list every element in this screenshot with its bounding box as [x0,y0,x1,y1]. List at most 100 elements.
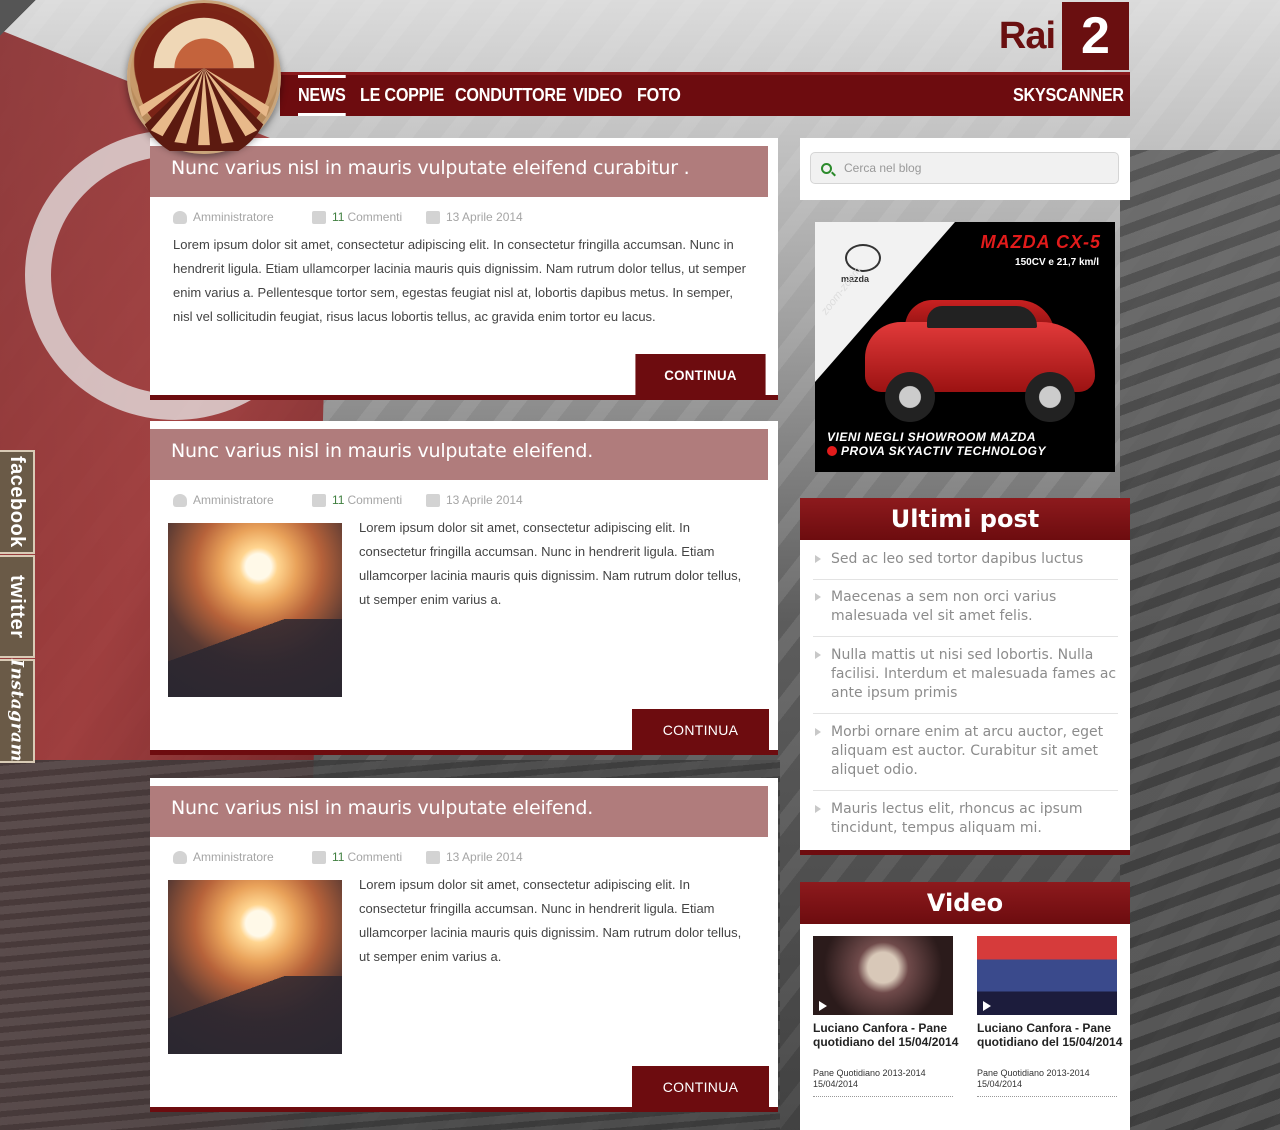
play-icon [819,1001,827,1011]
instagram-tab[interactable]: Instagram [0,659,35,763]
comment-icon [312,210,326,224]
video-date: 15/04/2014 [813,1079,859,1089]
background-pole [0,0,60,60]
divider [977,1096,1117,1097]
continue-button[interactable]: CONTINUA [632,709,769,751]
ad-line-1: VIENI NEGLI SHOWROOM MAZDA [827,430,1036,444]
blog-post: Nunc varius nisl in mauris vulputate ele… [150,138,778,400]
post-comments-count: 11 [332,210,345,224]
post-comments[interactable]: 11 Commenti [312,210,426,224]
blog-post: Nunc varius nisl in mauris vulputate ele… [150,778,778,1112]
latest-posts-widget: Ultimi post Sed ac leo sed tortor dapibu… [800,498,1130,855]
nav-item-skyscanner[interactable]: SKYSCANNER [1013,75,1124,116]
nav-item-foto[interactable]: FOTO [637,75,681,116]
post-date-text: 13 Aprile 2014 [446,493,523,507]
comment-icon [312,493,326,507]
post-comments-count: 11 [332,493,345,507]
video-title[interactable]: Luciano Canfora - Pane quotidiano del 15… [977,1021,1127,1049]
post-author[interactable]: Amministratore [173,493,312,507]
user-icon [173,210,187,224]
video-widget-title: Video [800,882,1130,924]
post-thumbnail[interactable] [168,523,342,697]
post-meta: Amministratore 11 Commenti 13 Aprile 2014 [173,849,523,865]
post-excerpt: Lorem ipsum dolor sit amet, consectetur … [359,520,742,607]
continue-button[interactable]: CONTINUA [632,1066,769,1108]
nav-item-news[interactable]: NEWS [298,75,346,116]
nav-item-le-coppie[interactable]: LE COPPIE [360,75,444,116]
calendar-icon [426,210,440,224]
continue-button[interactable]: CONTINUA [635,354,766,396]
channel-logo-word: Rai [998,14,1056,57]
comment-icon [312,850,326,864]
channel-logo-number: 2 [1065,5,1126,67]
post-thumbnail[interactable] [168,880,342,1054]
instagram-tab-label: Instagram [6,659,27,763]
post-author-name: Amministratore [193,493,274,507]
search-input[interactable]: Cerca nel blog [810,152,1119,184]
mazda-ad-banner[interactable]: mazda zoom-zoom MAZDA CX-5 150CV e 21,7 … [815,222,1115,472]
post-title[interactable]: Nunc varius nisl in mauris vulputate ele… [150,429,768,480]
latest-post-link[interactable]: Maecenas a sem non orci varius malesuada… [813,588,1118,637]
divider [813,1096,953,1097]
twitter-tab[interactable]: twitter [0,555,35,658]
ad-line-2: PROVA SKYACTIV TECHNOLOGY [841,444,1046,458]
show-logo[interactable] [127,0,281,154]
post-comments[interactable]: 11 Commenti [312,493,426,507]
ad-subtitle: 150CV e 21,7 km/l [1015,257,1099,268]
video-series: Pane Quotidiano 2013-2014 [813,1068,926,1078]
nav-item-video[interactable]: VIDEO [573,75,622,116]
post-excerpt: Lorem ipsum dolor sit amet, consectetur … [359,877,742,964]
arrow-icon [827,446,837,456]
show-logo-graphic [137,10,271,151]
video-meta: Pane Quotidiano 2013-2014 15/04/2014 [977,1068,1127,1090]
latest-post-link[interactable]: Nulla mattis ut nisi sed lobortis. Nulla… [813,646,1118,714]
channel-logo[interactable]: Rai 2 [992,2,1130,70]
post-comments-label: Commenti [347,210,403,224]
post-author-name: Amministratore [193,210,274,224]
post-date: 13 Aprile 2014 [426,493,523,507]
post-comments-label: Commenti [347,493,403,507]
post-title[interactable]: Nunc varius nisl in mauris vulputate ele… [150,146,768,197]
video-thumbnail[interactable] [977,936,1117,1015]
ad-line-2-row: PROVA SKYACTIV TECHNOLOGY [827,444,1046,458]
car-wheel-front [885,372,935,422]
car-window [927,306,1037,328]
blog-post: Nunc varius nisl in mauris vulputate ele… [150,421,778,755]
user-icon [173,850,187,864]
post-author[interactable]: Amministratore [173,210,312,224]
channel-logo-number-box: 2 [1062,2,1129,70]
post-meta: Amministratore 11 Commenti 13 Aprile 2014 [173,492,523,508]
post-comments[interactable]: 11 Commenti [312,850,426,864]
latest-post-link[interactable]: Morbi ornare enim at arcu auctor, eget a… [813,723,1118,791]
car-wheel-rear [1025,372,1075,422]
post-comments-label: Commenti [347,850,403,864]
video-thumbnail[interactable] [813,936,953,1015]
video-widget: Video Luciano Canfora - Pane quotidiano … [800,882,1130,1130]
video-series: Pane Quotidiano 2013-2014 [977,1068,1090,1078]
ad-title: MAZDA CX-5 [980,232,1101,252]
latest-post-link[interactable]: Sed ac leo sed tortor dapibus luctus [813,550,1118,580]
post-date: 13 Aprile 2014 [426,850,523,864]
post-meta: Amministratore 11 Commenti 13 Aprile 2014 [173,209,523,225]
facebook-tab[interactable]: facebook [0,450,35,554]
latest-post-link[interactable]: Mauris lectus elit, rhoncus ac ipsum tin… [813,800,1118,842]
calendar-icon [426,850,440,864]
video-title[interactable]: Luciano Canfora - Pane quotidiano del 15… [813,1021,963,1049]
latest-posts-title: Ultimi post [800,498,1130,540]
twitter-tab-label: twitter [6,574,28,639]
post-author-name: Amministratore [193,850,274,864]
play-icon [983,1001,991,1011]
video-date: 15/04/2014 [977,1079,1023,1089]
facebook-tab-label: facebook [6,456,28,548]
post-title[interactable]: Nunc varius nisl in mauris vulputate ele… [150,786,768,837]
video-meta: Pane Quotidiano 2013-2014 15/04/2014 [813,1068,963,1090]
post-excerpt: Lorem ipsum dolor sit amet, consectetur … [173,237,746,324]
post-author[interactable]: Amministratore [173,850,312,864]
calendar-icon [426,493,440,507]
post-date-text: 13 Aprile 2014 [446,210,523,224]
nav-item-conduttore[interactable]: CONDUTTORE [455,75,567,116]
post-date-text: 13 Aprile 2014 [446,850,523,864]
main-nav: NEWS LE COPPIE CONDUTTORE VIDEO FOTO SKY… [280,72,1130,116]
background-roof-right [1120,150,1280,1130]
search-widget: Cerca nel blog [800,138,1130,200]
